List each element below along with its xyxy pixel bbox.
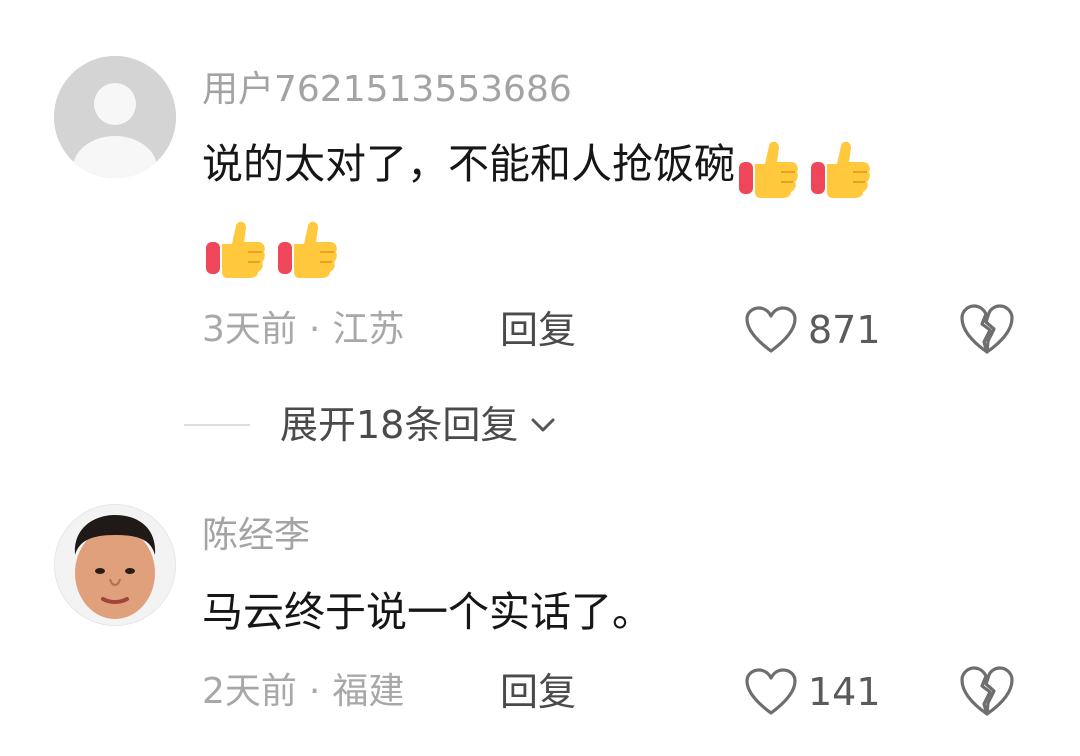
like-button[interactable]: 141 [744, 664, 881, 720]
comment-text-content: 说的太对了，不能和人抢饭碗 [202, 140, 735, 188]
comment-time: 3天前 [202, 309, 297, 350]
thumbs-up-emoji-icon [811, 141, 870, 198]
like-button[interactable]: 871 [744, 302, 881, 358]
expand-divider-line [184, 424, 250, 426]
thumbs-up-emoji-icon [278, 221, 337, 278]
broken-heart-icon [960, 304, 1014, 354]
heart-outline-icon [745, 668, 797, 715]
comment-meta: 2天前 · 福建 [202, 670, 404, 714]
comment-location: 江苏 [332, 309, 405, 350]
reply-button[interactable]: 回复 [500, 670, 576, 714]
broken-heart-icon [960, 666, 1014, 716]
user-photo-avatar-icon [55, 505, 175, 625]
comment-location: 福建 [332, 671, 405, 712]
thumbs-up-emoji-icon [206, 221, 265, 278]
thumbs-up-emoji-icon [739, 141, 798, 198]
comment-text: 马云终于说一个实话了。 [202, 572, 1002, 652]
comment-username[interactable]: 用户7621513553686 [202, 70, 572, 110]
comment-meta: 3天前 · 江苏 [202, 308, 404, 352]
avatar[interactable] [54, 504, 176, 626]
reply-button[interactable]: 回复 [500, 308, 576, 352]
chevron-down-icon [531, 418, 555, 432]
dislike-button[interactable] [958, 664, 1016, 720]
comment-text-content: 马云终于说一个实话了。 [202, 588, 653, 636]
expand-replies-button[interactable]: 展开18条回复 [184, 400, 560, 450]
comment-username[interactable]: 陈经李 [202, 516, 310, 556]
comment-text: 说的太对了，不能和人抢饭碗 [202, 124, 1002, 284]
comment-time: 2天前 [202, 671, 297, 712]
default-avatar-icon [54, 56, 176, 178]
avatar[interactable] [54, 56, 176, 178]
dislike-button[interactable] [958, 302, 1016, 358]
like-count: 871 [808, 308, 881, 352]
meta-separator: · [308, 309, 321, 350]
expand-replies-label: 展开18条回复 [280, 403, 519, 447]
heart-outline-icon [745, 306, 797, 353]
like-count: 141 [808, 670, 881, 714]
meta-separator: · [308, 671, 321, 712]
